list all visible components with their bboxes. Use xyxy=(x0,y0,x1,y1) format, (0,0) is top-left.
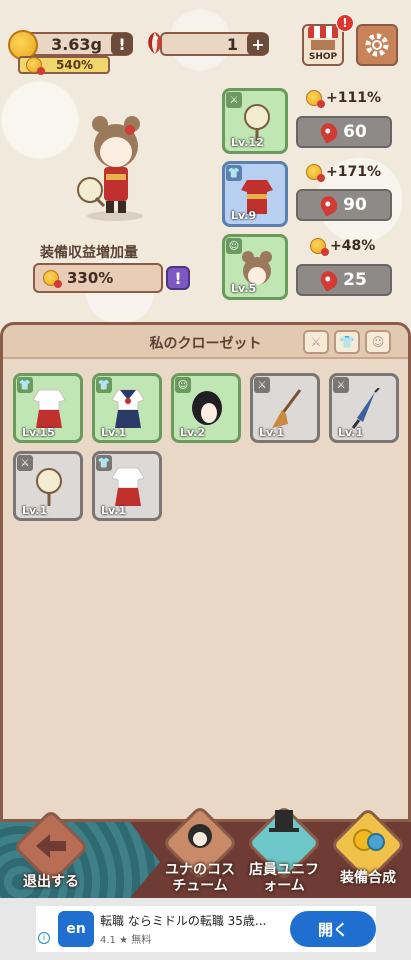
coin-boost-icon xyxy=(306,90,325,108)
shop-notification-badge: ! xyxy=(336,14,354,32)
item-level: Lv.2 xyxy=(180,426,206,439)
coin-boost-icon xyxy=(306,164,325,182)
ad-banner[interactable]: en 転職 ならミドルの転職 35歳... 4.1 ★ 無料 開く xyxy=(0,898,411,960)
fan-icon xyxy=(36,468,62,506)
closet-item[interactable]: ⚔ Lv.1 xyxy=(250,373,320,443)
yarn-icon xyxy=(353,829,385,851)
fish-icon xyxy=(148,32,162,54)
merge-label: 装備合成 xyxy=(340,870,396,886)
coin-boost-icon xyxy=(43,270,62,288)
equip-bonus-info-button[interactable]: ! xyxy=(166,266,190,290)
fish-icon xyxy=(317,193,341,217)
black-hair-icon xyxy=(192,391,222,425)
upgrade-button[interactable]: 25 xyxy=(296,264,392,296)
upgrade-button[interactable]: 60 xyxy=(296,116,392,148)
uniform-label: 店員ユニフォーム xyxy=(249,862,319,894)
miko-outfit-icon xyxy=(111,467,145,506)
upgrade-button[interactable]: 90 xyxy=(296,189,392,221)
item-level: Lv.1 xyxy=(22,504,48,517)
equipped-slot-weapon[interactable]: ⚔ Lv.12 xyxy=(222,88,288,154)
item-level: Lv.1 xyxy=(259,426,285,439)
closet-panel: 私のクローゼット ⚔ 👕 ☺ 👕 Lv.15 👕 Lv.1 ☺ Lv.2 ⚔ L… xyxy=(0,322,411,822)
top-hat-icon xyxy=(269,810,299,832)
clothing-icon: 👕 xyxy=(339,335,355,349)
equipped-slot-clothing[interactable]: 👕 Lv.9 xyxy=(222,161,288,227)
equip-bonus-label: 装備収益増加量 xyxy=(40,245,138,261)
coin-info-button[interactable]: ! xyxy=(111,33,133,55)
ad-open-button[interactable]: 開く xyxy=(290,911,376,947)
slot-level: Lv.5 xyxy=(231,282,257,295)
coin-multiplier-value: 540% xyxy=(56,58,94,72)
character-yuna xyxy=(77,116,143,221)
coin-boost-icon xyxy=(310,238,329,256)
weapon-icon: ⚔ xyxy=(310,335,322,349)
item-level: Lv.1 xyxy=(101,426,127,439)
filter-hair-button[interactable]: ☺ xyxy=(365,330,391,354)
coin-multiplier: 540% xyxy=(18,56,110,75)
bottom-nav: 退出する ユナのコスチューム 店員ユニフォーム 装備合成 xyxy=(0,804,411,898)
slot-level: Lv.9 xyxy=(231,209,257,222)
settings-button[interactable] xyxy=(356,24,398,66)
back-arrow-icon xyxy=(36,834,66,858)
equipped-bonus: +111% xyxy=(306,90,381,108)
shop-button[interactable]: SHOP xyxy=(302,24,344,66)
ad-title: 転職 ならミドルの転職 35歳... xyxy=(100,914,267,928)
costume-label: ユナのコスチューム xyxy=(165,862,235,894)
fish-icon xyxy=(317,268,341,292)
fish-icon xyxy=(317,120,341,144)
shop-label: SHOP xyxy=(308,52,338,62)
closet-item[interactable]: 👕 Lv.1 xyxy=(92,451,162,521)
sailor-uniform-icon xyxy=(111,389,145,428)
slot-level: Lv.12 xyxy=(231,136,264,149)
costume-button[interactable]: ユナのコスチューム xyxy=(160,804,240,894)
umbrella-icon xyxy=(351,388,380,429)
closet-header: 私のクローゼット ⚔ 👕 ☺ xyxy=(3,325,408,359)
equipped-slot-hair[interactable]: ☺ Lv.5 xyxy=(222,234,288,300)
equipped-bonus: +48% xyxy=(310,238,375,256)
filter-weapon-button[interactable]: ⚔ xyxy=(303,330,329,354)
item-level: Lv.1 xyxy=(338,426,364,439)
item-level: Lv.15 xyxy=(22,426,55,439)
hair-icon: ☺ xyxy=(371,335,385,349)
closet-item[interactable]: ⚔ Lv.1 xyxy=(13,451,83,521)
closet-item[interactable]: ⚔ Lv.1 xyxy=(329,373,399,443)
coin-boost-icon xyxy=(26,57,45,75)
costume-icon xyxy=(188,824,212,848)
closet-item[interactable]: ☺ Lv.2 xyxy=(171,373,241,443)
broom-icon xyxy=(272,389,302,428)
merge-button[interactable]: 装備合成 xyxy=(329,806,407,886)
exit-button[interactable]: 退出する xyxy=(8,808,94,890)
fish-add-button[interactable]: + xyxy=(247,33,269,55)
ad-info-icon[interactable]: i xyxy=(38,932,50,944)
equipped-bonus: +171% xyxy=(306,164,381,182)
shop-icon xyxy=(308,26,338,38)
filter-clothing-button[interactable]: 👕 xyxy=(334,330,360,354)
gear-icon xyxy=(365,33,389,57)
miko-outfit-icon xyxy=(32,389,66,428)
closet-item[interactable]: 👕 Lv.15 xyxy=(13,373,83,443)
ad-rating: 4.1 ★ 無料 xyxy=(100,935,152,946)
uniform-button[interactable]: 店員ユニフォーム xyxy=(244,804,324,894)
item-level: Lv.1 xyxy=(101,504,127,517)
closet-item[interactable]: 👕 Lv.1 xyxy=(92,373,162,443)
exit-label: 退出する xyxy=(23,874,79,890)
ad-logo: en xyxy=(58,911,94,947)
coin-amount: 3.63g xyxy=(51,34,102,54)
fish-amount: 1 xyxy=(226,34,238,54)
equip-bonus-value: 330% xyxy=(33,263,163,293)
